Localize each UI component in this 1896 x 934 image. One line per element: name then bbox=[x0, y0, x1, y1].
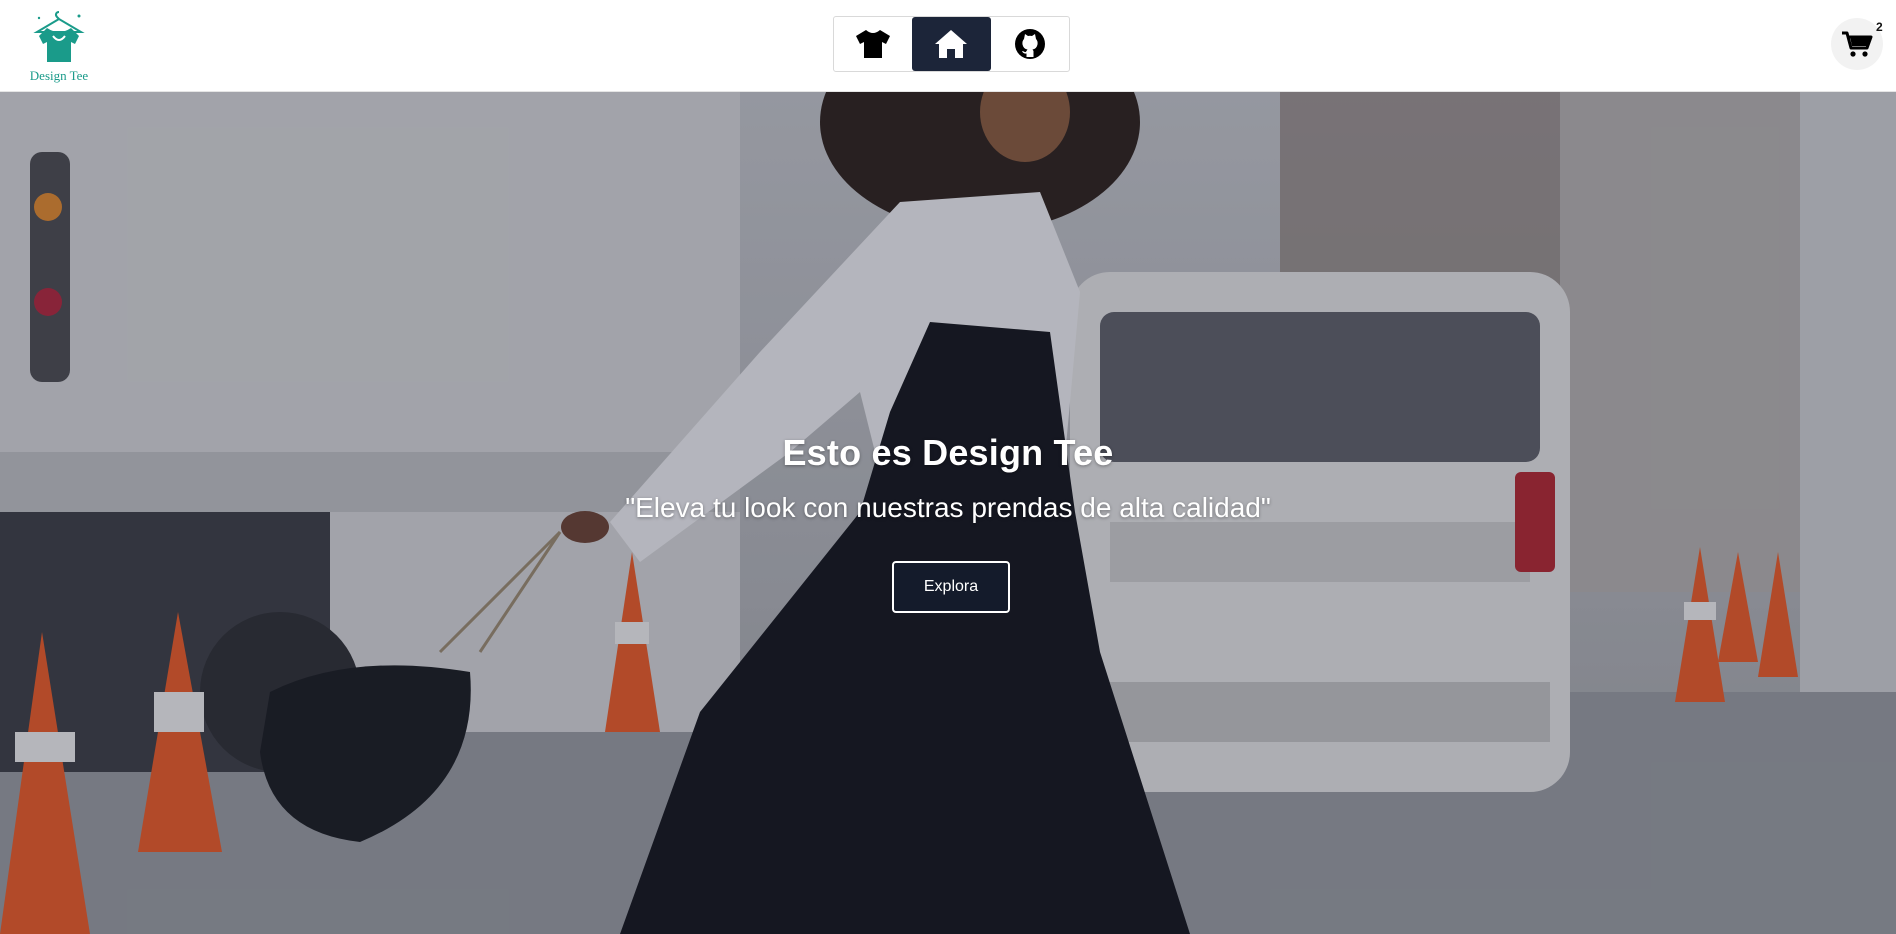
nav-home-button[interactable] bbox=[912, 17, 991, 71]
nav-shop-button[interactable] bbox=[834, 17, 912, 71]
tshirt-icon bbox=[856, 30, 891, 58]
hero-subtitle: "Eleva tu look con nuestras prendas de a… bbox=[625, 492, 1271, 523]
cart-icon bbox=[1842, 31, 1873, 57]
hero-section: Esto es Design Tee "Eleva tu look con nu… bbox=[0, 92, 1896, 934]
brand-logo[interactable]: Design Tee bbox=[26, 6, 92, 84]
nav-github-button[interactable] bbox=[991, 17, 1069, 71]
hanger-shirt-logo-icon bbox=[33, 11, 85, 62]
cart-count-badge: 2 bbox=[1876, 20, 1883, 34]
github-icon bbox=[1014, 29, 1045, 59]
explore-button[interactable]: Explora bbox=[892, 561, 1010, 613]
hero-title: Esto es Design Tee bbox=[782, 432, 1114, 473]
main-nav bbox=[833, 16, 1070, 72]
home-icon bbox=[935, 30, 968, 58]
brand-name: Design Tee bbox=[29, 68, 89, 83]
top-navbar: Design Tee 2 bbox=[0, 0, 1896, 92]
